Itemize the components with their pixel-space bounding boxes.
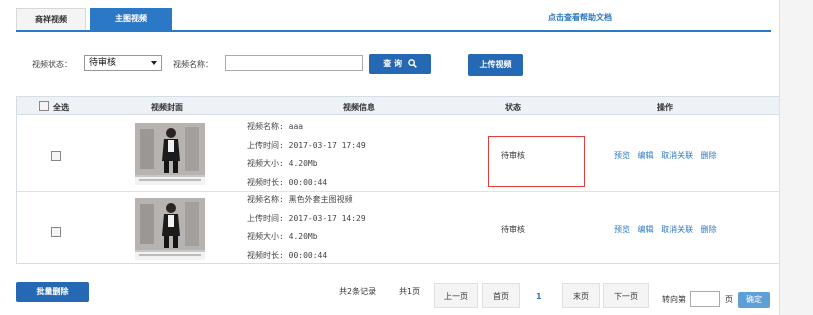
next-page-button[interactable]: 下一页 (603, 283, 649, 308)
edit-link[interactable]: 编辑 (638, 225, 654, 234)
unlink-link[interactable]: 取消关联 (661, 225, 693, 234)
upload-video-button[interactable]: 上传视频 (468, 54, 523, 76)
video-duration: 视频时长: 00:00:44 (247, 177, 328, 187)
video-duration: 视频时长: 00:00:44 (247, 250, 328, 260)
video-info: 视频名称: 黑色外套主图视频 上传时间: 2017-03-17 14:29 视频… (247, 191, 366, 265)
chevron-down-icon (151, 61, 157, 65)
help-doc-link[interactable]: 点击查看帮助文档 (548, 12, 612, 23)
video-management-panel: 商祥视频 主图视频 点击查看帮助文档 视频状态： 待审核 视频名称： 查 询 上… (0, 0, 781, 315)
unlink-link[interactable]: 取消关联 (661, 151, 693, 160)
search-button-label: 查 询 (383, 59, 402, 68)
row-checkbox[interactable] (51, 151, 61, 161)
table-row: 视频名称: aaa 上传时间: 2017-03-17 17:49 视频大小: 4… (17, 116, 781, 190)
video-name: 视频名称: 黑色外套主图视频 (247, 195, 353, 204)
first-page-button[interactable]: 首页 (482, 283, 520, 308)
video-cover-image (135, 123, 205, 185)
status-select[interactable]: 待审核 (84, 55, 162, 71)
search-icon (407, 59, 417, 68)
header-cover: 视频封面 (151, 103, 183, 112)
preview-link[interactable]: 预览 (614, 151, 630, 160)
prev-page-button[interactable]: 上一页 (434, 283, 478, 308)
goto-label: 转向第 (662, 295, 686, 304)
goto-page-input[interactable] (690, 291, 720, 307)
batch-delete-button[interactable]: 批量删除 (16, 282, 89, 302)
select-all-label: 全选 (53, 103, 69, 112)
header-ops: 操作 (657, 103, 673, 112)
video-name: 视频名称: aaa (247, 122, 304, 131)
video-info: 视频名称: aaa 上传时间: 2017-03-17 17:49 视频大小: 4… (247, 118, 366, 192)
last-page-button[interactable]: 末页 (562, 283, 600, 308)
filter-bar: 视频状态： 待审核 视频名称： 查 询 上传视频 (16, 40, 771, 84)
status-highlight-box (488, 136, 585, 187)
header-info: 视频信息 (343, 103, 375, 112)
total-records: 共2条记录 (339, 287, 377, 296)
upload-time: 上传时间: 2017-03-17 14:29 (247, 213, 366, 223)
video-thumbnail[interactable] (135, 123, 205, 185)
status-text: 待审核 (501, 225, 525, 234)
video-size: 视频大小: 4.20Mb (247, 159, 318, 168)
edit-link[interactable]: 编辑 (638, 151, 654, 160)
video-size: 视频大小: 4.20Mb (247, 232, 318, 241)
preview-link[interactable]: 预览 (614, 225, 630, 234)
upload-time: 上传时间: 2017-03-17 17:49 (247, 140, 366, 150)
status-select-value: 待审核 (89, 58, 117, 68)
delete-link[interactable]: 删除 (701, 225, 717, 234)
name-filter-label: 视频名称： (173, 60, 213, 69)
search-button[interactable]: 查 询 (369, 54, 431, 74)
select-all-checkbox[interactable] (39, 101, 49, 111)
tab-bar: 商祥视频 主图视频 点击查看帮助文档 (16, 8, 771, 32)
status-filter-label: 视频状态： (32, 60, 72, 69)
header-status: 状态 (505, 103, 521, 112)
row-checkbox[interactable] (51, 227, 61, 237)
total-pages: 共1页 (399, 287, 421, 296)
tab-detail-video[interactable]: 商祥视频 (16, 8, 86, 30)
row-actions: 预览 编辑 取消关联 删除 (614, 150, 722, 161)
table-row: 视频名称: 黑色外套主图视频 上传时间: 2017-03-17 14:29 视频… (17, 191, 781, 265)
video-name-input[interactable] (225, 55, 363, 71)
current-page[interactable]: 1 (536, 292, 542, 301)
table-header: 全选 视频封面 视频信息 状态 操作 (17, 97, 781, 115)
video-table: 全选 视频封面 视频信息 状态 操作 视频名称: aaa 上传时间: 2017-… (16, 96, 781, 265)
right-scroll-area (779, 0, 813, 315)
video-thumbnail[interactable] (135, 198, 205, 260)
goto-confirm-button[interactable]: 确定 (738, 292, 770, 308)
row-actions: 预览 编辑 取消关联 删除 (614, 224, 722, 235)
tab-main-video[interactable]: 主图视频 (90, 8, 172, 30)
delete-link[interactable]: 删除 (701, 151, 717, 160)
page-unit-label: 页 (725, 295, 733, 304)
video-cover-image (135, 198, 205, 260)
